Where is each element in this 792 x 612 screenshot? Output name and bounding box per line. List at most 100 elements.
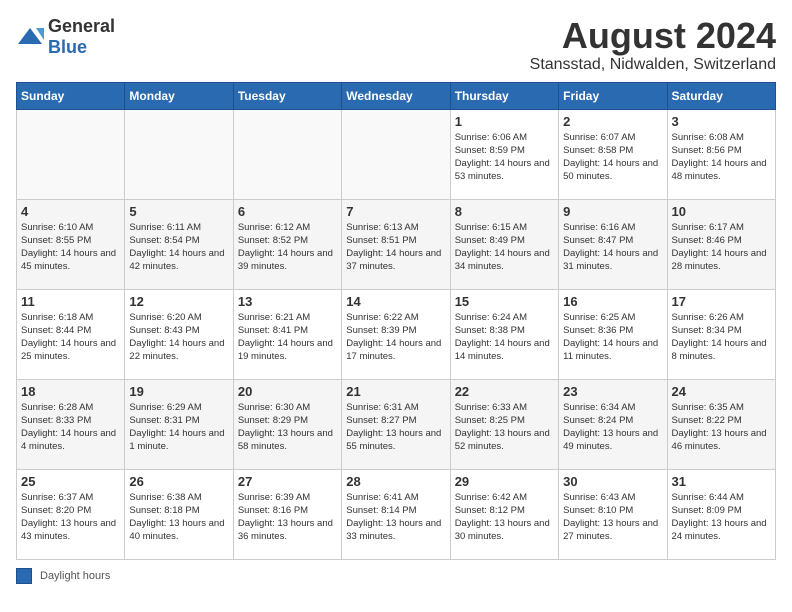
day-number: 28 <box>346 474 445 489</box>
day-info: Sunrise: 6:26 AM Sunset: 8:34 PM Dayligh… <box>672 311 771 364</box>
day-number: 20 <box>238 384 337 399</box>
day-number: 26 <box>129 474 228 489</box>
day-number: 4 <box>21 204 120 219</box>
week-row-5: 25Sunrise: 6:37 AM Sunset: 8:20 PM Dayli… <box>17 469 776 559</box>
calendar-cell: 4 Sunrise: 6:10 AM Sunset: 8:55 PM Daylig… <box>17 199 125 289</box>
day-info: Sunrise: 6:41 AM Sunset: 8:14 PM Dayligh… <box>346 491 445 544</box>
day-info: Sunrise: 6:39 AM Sunset: 8:16 PM Dayligh… <box>238 491 337 544</box>
week-row-3: 11Sunrise: 6:18 AM Sunset: 8:44 PM Dayli… <box>17 289 776 379</box>
week-row-4: 18Sunrise: 6:28 AM Sunset: 8:33 PM Dayli… <box>17 379 776 469</box>
day-info: Sunrise: 6:22 AM Sunset: 8:39 PM Dayligh… <box>346 311 445 364</box>
calendar-cell: 31Sunrise: 6:44 AM Sunset: 8:09 PM Dayli… <box>667 469 775 559</box>
day-info: Sunrise: 6:38 AM Sunset: 8:18 PM Dayligh… <box>129 491 228 544</box>
day-info: Sunrise: 6:34 AM Sunset: 8:24 PM Dayligh… <box>563 401 662 454</box>
day-info: Sunrise: 6:10 AM Sunset: 8:55 PM Dayligh… <box>21 221 120 274</box>
day-info: Sunrise: 6:16 AM Sunset: 8:47 PM Dayligh… <box>563 221 662 274</box>
week-row-2: 4 Sunrise: 6:10 AM Sunset: 8:55 PM Daylig… <box>17 199 776 289</box>
calendar-cell <box>233 109 341 199</box>
weekday-header-wednesday: Wednesday <box>342 82 450 109</box>
calendar-cell: 15 Sunrise: 6:24 AM Sunset: 8:38 PM Dayli… <box>450 289 558 379</box>
day-info: Sunrise: 6:24 AM Sunset: 8:38 PM Dayligh… <box>455 311 554 364</box>
day-number: 5 <box>129 204 228 219</box>
day-number: 12 <box>129 294 228 309</box>
day-info: Sunrise: 6:12 AM Sunset: 8:52 PM Dayligh… <box>238 221 337 274</box>
day-number: 13 <box>238 294 337 309</box>
day-info: Sunrise: 6:43 AM Sunset: 8:10 PM Dayligh… <box>563 491 662 544</box>
day-number: 22 <box>455 384 554 399</box>
day-number: 17 <box>672 294 771 309</box>
day-info: Sunrise: 6:15 AM Sunset: 8:49 PM Dayligh… <box>455 221 554 274</box>
day-info: Sunrise: 6:33 AM Sunset: 8:25 PM Dayligh… <box>455 401 554 454</box>
day-info: Sunrise: 6:29 AM Sunset: 8:31 PM Dayligh… <box>129 401 228 454</box>
title-area: August 2024 Stansstad, Nidwalden, Switze… <box>530 16 776 74</box>
calendar-cell: 5Sunrise: 6:11 AM Sunset: 8:54 PM Daylig… <box>125 199 233 289</box>
day-info: Sunrise: 6:20 AM Sunset: 8:43 PM Dayligh… <box>129 311 228 364</box>
calendar-cell: 19 Sunrise: 6:29 AM Sunset: 8:31 PM Dayli… <box>125 379 233 469</box>
calendar-cell: 26 Sunrise: 6:38 AM Sunset: 8:18 PM Dayli… <box>125 469 233 559</box>
day-number: 16 <box>563 294 662 309</box>
day-info: Sunrise: 6:30 AM Sunset: 8:29 PM Dayligh… <box>238 401 337 454</box>
weekday-header-thursday: Thursday <box>450 82 558 109</box>
logo-general: General <box>48 16 115 36</box>
day-info: Sunrise: 6:31 AM Sunset: 8:27 PM Dayligh… <box>346 401 445 454</box>
calendar-cell: 16 Sunrise: 6:25 AM Sunset: 8:36 PM Dayli… <box>559 289 667 379</box>
day-number: 6 <box>238 204 337 219</box>
calendar-cell: 30 Sunrise: 6:43 AM Sunset: 8:10 PM Dayli… <box>559 469 667 559</box>
day-number: 27 <box>238 474 337 489</box>
day-number: 21 <box>346 384 445 399</box>
weekday-header-friday: Friday <box>559 82 667 109</box>
calendar-cell: 20 Sunrise: 6:30 AM Sunset: 8:29 PM Dayli… <box>233 379 341 469</box>
weekday-header-row: SundayMondayTuesdayWednesdayThursdayFrid… <box>17 82 776 109</box>
calendar-cell: 29 Sunrise: 6:42 AM Sunset: 8:12 PM Dayli… <box>450 469 558 559</box>
day-number: 9 <box>563 204 662 219</box>
calendar-cell <box>17 109 125 199</box>
legend-label: Daylight hours <box>40 570 110 582</box>
calendar-cell: 28 Sunrise: 6:41 AM Sunset: 8:14 PM Dayli… <box>342 469 450 559</box>
day-number: 10 <box>672 204 771 219</box>
legend-color-box <box>16 568 32 584</box>
day-number: 19 <box>129 384 228 399</box>
weekday-header-sunday: Sunday <box>17 82 125 109</box>
day-info: Sunrise: 6:06 AM Sunset: 8:59 PM Dayligh… <box>455 131 554 184</box>
calendar-cell: 17 Sunrise: 6:26 AM Sunset: 8:34 PM Dayli… <box>667 289 775 379</box>
day-info: Sunrise: 6:42 AM Sunset: 8:12 PM Dayligh… <box>455 491 554 544</box>
day-info: Sunrise: 6:21 AM Sunset: 8:41 PM Dayligh… <box>238 311 337 364</box>
day-number: 29 <box>455 474 554 489</box>
day-info: Sunrise: 6:35 AM Sunset: 8:22 PM Dayligh… <box>672 401 771 454</box>
day-number: 1 <box>455 114 554 129</box>
weekday-header-saturday: Saturday <box>667 82 775 109</box>
day-info: Sunrise: 6:25 AM Sunset: 8:36 PM Dayligh… <box>563 311 662 364</box>
calendar-cell <box>125 109 233 199</box>
calendar-cell: 10 Sunrise: 6:17 AM Sunset: 8:46 PM Dayli… <box>667 199 775 289</box>
calendar-cell: 24 Sunrise: 6:35 AM Sunset: 8:22 PM Dayli… <box>667 379 775 469</box>
day-info: Sunrise: 6:18 AM Sunset: 8:44 PM Dayligh… <box>21 311 120 364</box>
calendar-cell: 7Sunrise: 6:13 AM Sunset: 8:51 PM Daylig… <box>342 199 450 289</box>
day-number: 3 <box>672 114 771 129</box>
page-title: August 2024 <box>530 16 776 56</box>
calendar-cell: 11Sunrise: 6:18 AM Sunset: 8:44 PM Dayli… <box>17 289 125 379</box>
day-info: Sunrise: 6:17 AM Sunset: 8:46 PM Dayligh… <box>672 221 771 274</box>
day-info: Sunrise: 6:37 AM Sunset: 8:20 PM Dayligh… <box>21 491 120 544</box>
logo: General Blue <box>16 16 115 58</box>
calendar-cell: 9 Sunrise: 6:16 AM Sunset: 8:47 PM Daylig… <box>559 199 667 289</box>
weekday-header-monday: Monday <box>125 82 233 109</box>
day-info: Sunrise: 6:44 AM Sunset: 8:09 PM Dayligh… <box>672 491 771 544</box>
calendar-cell: 3 Sunrise: 6:08 AM Sunset: 8:56 PM Daylig… <box>667 109 775 199</box>
day-number: 2 <box>563 114 662 129</box>
calendar-cell: 14Sunrise: 6:22 AM Sunset: 8:39 PM Dayli… <box>342 289 450 379</box>
day-info: Sunrise: 6:08 AM Sunset: 8:56 PM Dayligh… <box>672 131 771 184</box>
calendar-cell: 2 Sunrise: 6:07 AM Sunset: 8:58 PM Daylig… <box>559 109 667 199</box>
logo-blue: Blue <box>48 37 87 57</box>
day-info: Sunrise: 6:07 AM Sunset: 8:58 PM Dayligh… <box>563 131 662 184</box>
calendar-table: SundayMondayTuesdayWednesdayThursdayFrid… <box>16 82 776 560</box>
calendar-cell: 1 Sunrise: 6:06 AM Sunset: 8:59 PM Daylig… <box>450 109 558 199</box>
calendar-cell: 18Sunrise: 6:28 AM Sunset: 8:33 PM Dayli… <box>17 379 125 469</box>
day-number: 7 <box>346 204 445 219</box>
logo-icon <box>16 26 44 48</box>
day-number: 23 <box>563 384 662 399</box>
day-number: 15 <box>455 294 554 309</box>
day-number: 24 <box>672 384 771 399</box>
day-number: 30 <box>563 474 662 489</box>
calendar-cell <box>342 109 450 199</box>
calendar-cell: 13 Sunrise: 6:21 AM Sunset: 8:41 PM Dayli… <box>233 289 341 379</box>
